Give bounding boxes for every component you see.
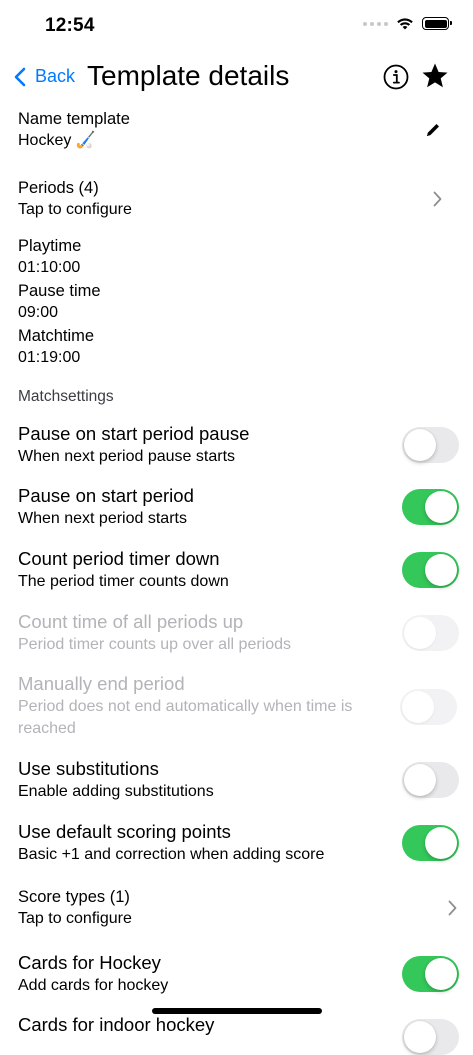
- cards-for-indoor-hockey-toggle[interactable]: [402, 1019, 459, 1055]
- manually-end-period-toggle[interactable]: [400, 689, 457, 725]
- info-button[interactable]: [383, 64, 409, 95]
- playtime-block: Playtime 01:10:00: [18, 235, 458, 279]
- periods-label: Periods (4): [18, 179, 99, 197]
- count-time-all-periods-up-toggle[interactable]: [402, 615, 459, 651]
- cellular-signal-icon: [363, 21, 388, 26]
- setting-row-cards-for-hockey: Cards for Hockey Add cards for hockey: [18, 951, 459, 997]
- playtime-label: Playtime: [18, 237, 82, 255]
- count-period-timer-down-toggle[interactable]: [402, 552, 459, 588]
- status-icons: [363, 17, 452, 30]
- setting-row-use-substitutions: Use substitutions Enable adding substitu…: [18, 757, 459, 803]
- home-indicator: [152, 1008, 322, 1014]
- setting-title: Manually end period: [18, 673, 185, 694]
- section-header-matchsettings: Matchsettings: [18, 388, 114, 405]
- setting-title: Pause on start period pause: [18, 423, 250, 444]
- setting-row-use-default-scoring-points: Use default scoring points Basic +1 and …: [18, 820, 459, 866]
- setting-title: Count period timer down: [18, 548, 220, 569]
- pause-time-block: Pause time 09:00: [18, 280, 458, 324]
- setting-row-manually-end-period: Manually end period Period does not end …: [18, 672, 363, 740]
- pencil-icon[interactable]: [425, 122, 441, 138]
- setting-subtitle: Period does not end automatically when t…: [18, 698, 353, 737]
- name-template-label: Name template: [18, 110, 130, 128]
- pause-on-start-period-pause-toggle[interactable]: [402, 427, 459, 463]
- favorite-button[interactable]: [421, 62, 449, 95]
- setting-title: Count time of all periods up: [18, 611, 244, 632]
- pause-time-value: 09:00: [18, 304, 59, 321]
- back-button[interactable]: Back: [14, 66, 75, 87]
- name-template-row[interactable]: Name template Hockey 🏑: [18, 108, 458, 152]
- chevron-right-icon: [433, 191, 442, 207]
- setting-row-count-period-timer-down: Count period timer down The period timer…: [18, 547, 459, 593]
- setting-title: Cards for Hockey: [18, 952, 161, 973]
- setting-subtitle: The period timer counts down: [18, 573, 229, 590]
- name-template-value: Hockey 🏑: [18, 132, 96, 149]
- setting-title: Cards for indoor hockey: [18, 1014, 215, 1035]
- setting-row-count-time-all-periods-up: Count time of all periods up Period time…: [18, 610, 459, 656]
- score-types-label: Score types (1): [18, 888, 130, 906]
- battery-icon: [422, 17, 452, 30]
- use-default-scoring-points-toggle[interactable]: [402, 825, 459, 861]
- star-icon: [422, 63, 448, 88]
- periods-subtitle: Tap to configure: [18, 201, 132, 218]
- setting-title: Pause on start period: [18, 485, 194, 506]
- chevron-right-icon: [448, 900, 457, 916]
- setting-row-pause-on-start-period-pause: Pause on start period pause When next pe…: [18, 422, 459, 468]
- setting-title: Use substitutions: [18, 758, 159, 779]
- setting-subtitle: Add cards for hockey: [18, 977, 169, 994]
- setting-subtitle: Basic +1 and correction when adding scor…: [18, 846, 325, 863]
- score-types-row[interactable]: Score types (1) Tap to configure: [18, 886, 458, 930]
- playtime-value: 01:10:00: [18, 259, 81, 276]
- matchtime-label: Matchtime: [18, 327, 95, 345]
- status-bar: 12:54: [0, 0, 473, 54]
- setting-row-cards-for-indoor-hockey: Cards for indoor hockey: [18, 1013, 459, 1055]
- setting-subtitle: Period timer counts up over all periods: [18, 636, 292, 653]
- setting-subtitle: When next period starts: [18, 510, 187, 527]
- setting-subtitle: Enable adding substitutions: [18, 783, 214, 800]
- setting-row-pause-on-start-period: Pause on start period When next period s…: [18, 484, 459, 530]
- periods-row[interactable]: Periods (4) Tap to configure: [18, 177, 458, 221]
- back-label: Back: [35, 66, 76, 86]
- matchtime-value: 01:19:00: [18, 349, 81, 366]
- info-icon: [383, 64, 409, 90]
- chevron-left-icon: [14, 67, 26, 86]
- use-substitutions-toggle[interactable]: [402, 762, 459, 798]
- navigation-bar: Back Template details: [0, 54, 473, 102]
- pause-on-start-period-toggle[interactable]: [402, 489, 459, 525]
- page-title: Template details: [87, 60, 290, 91]
- setting-title: Use default scoring points: [18, 821, 231, 842]
- status-time: 12:54: [45, 15, 95, 36]
- matchtime-block: Matchtime 01:19:00: [18, 325, 458, 369]
- score-types-subtitle: Tap to configure: [18, 910, 132, 927]
- setting-subtitle: When next period pause starts: [18, 448, 236, 465]
- wifi-icon: [397, 18, 413, 30]
- cards-for-hockey-toggle[interactable]: [402, 956, 459, 992]
- pause-time-label: Pause time: [18, 282, 101, 300]
